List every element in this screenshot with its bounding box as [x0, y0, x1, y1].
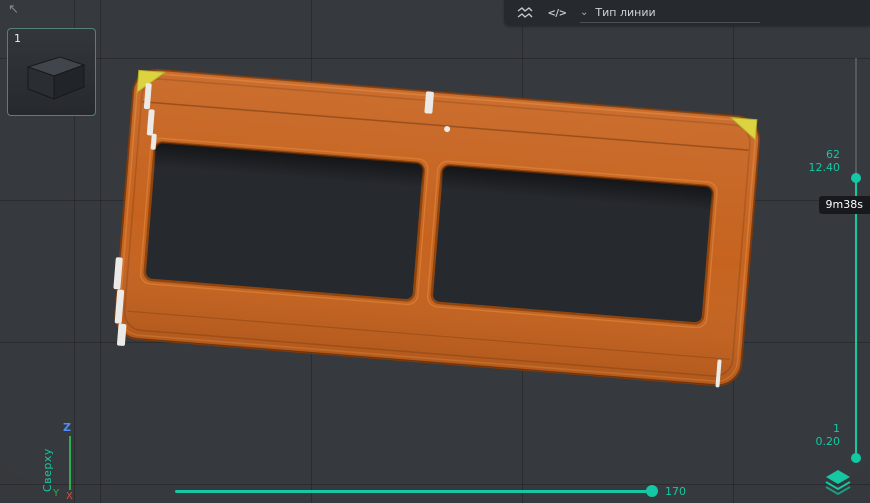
- current-layer-number: 62: [784, 148, 840, 161]
- layers-icon: [824, 468, 852, 496]
- segment-slider-handle[interactable]: [646, 485, 658, 497]
- min-layer-height: 0.20: [784, 435, 840, 448]
- layer-slider-top-labels: 62 12.40: [784, 148, 840, 174]
- axis-line: [69, 436, 71, 490]
- layer-slider-track-active[interactable]: [855, 173, 857, 458]
- axis-x-label: X: [66, 491, 73, 502]
- model-canvas: [0, 0, 870, 503]
- gcode-icon[interactable]: </>: [548, 4, 566, 22]
- current-layer-height: 12.40: [784, 161, 840, 174]
- line-type-dropdown[interactable]: ⌄ Тип линии: [580, 3, 760, 23]
- print-time-badge: 9m38s: [819, 196, 870, 214]
- viewport-3d[interactable]: ↖ </> ⌄ Тип линии 1 62 12.40 9m38s 1: [0, 0, 870, 503]
- layer-slider-bottom-labels: 1 0.20: [784, 422, 840, 448]
- layers-button[interactable]: [824, 468, 854, 498]
- chevron-down-icon: ⌄: [580, 8, 588, 18]
- plate-thumbnail[interactable]: 1: [7, 28, 96, 116]
- layer-slider-track-upper[interactable]: [855, 58, 857, 173]
- plate-preview-box: [8, 29, 95, 115]
- layer-slider-top-handle[interactable]: [851, 173, 861, 183]
- view-name-label: Сверху: [41, 448, 54, 492]
- segment-slider-track[interactable]: [175, 490, 653, 493]
- min-layer-number: 1: [784, 422, 840, 435]
- home-view-icon[interactable]: ↖: [8, 2, 19, 17]
- flow-lines-icon[interactable]: [516, 4, 534, 22]
- line-type-label: Тип линии: [595, 6, 655, 19]
- layer-slider-bottom-handle[interactable]: [851, 453, 861, 463]
- sliced-model[interactable]: [109, 68, 761, 395]
- segment-slider-value: 170: [665, 485, 686, 498]
- plate-index: 1: [14, 32, 21, 45]
- preview-toolbar: </> ⌄ Тип линии: [504, 0, 870, 26]
- axis-z-label: Z: [63, 421, 71, 434]
